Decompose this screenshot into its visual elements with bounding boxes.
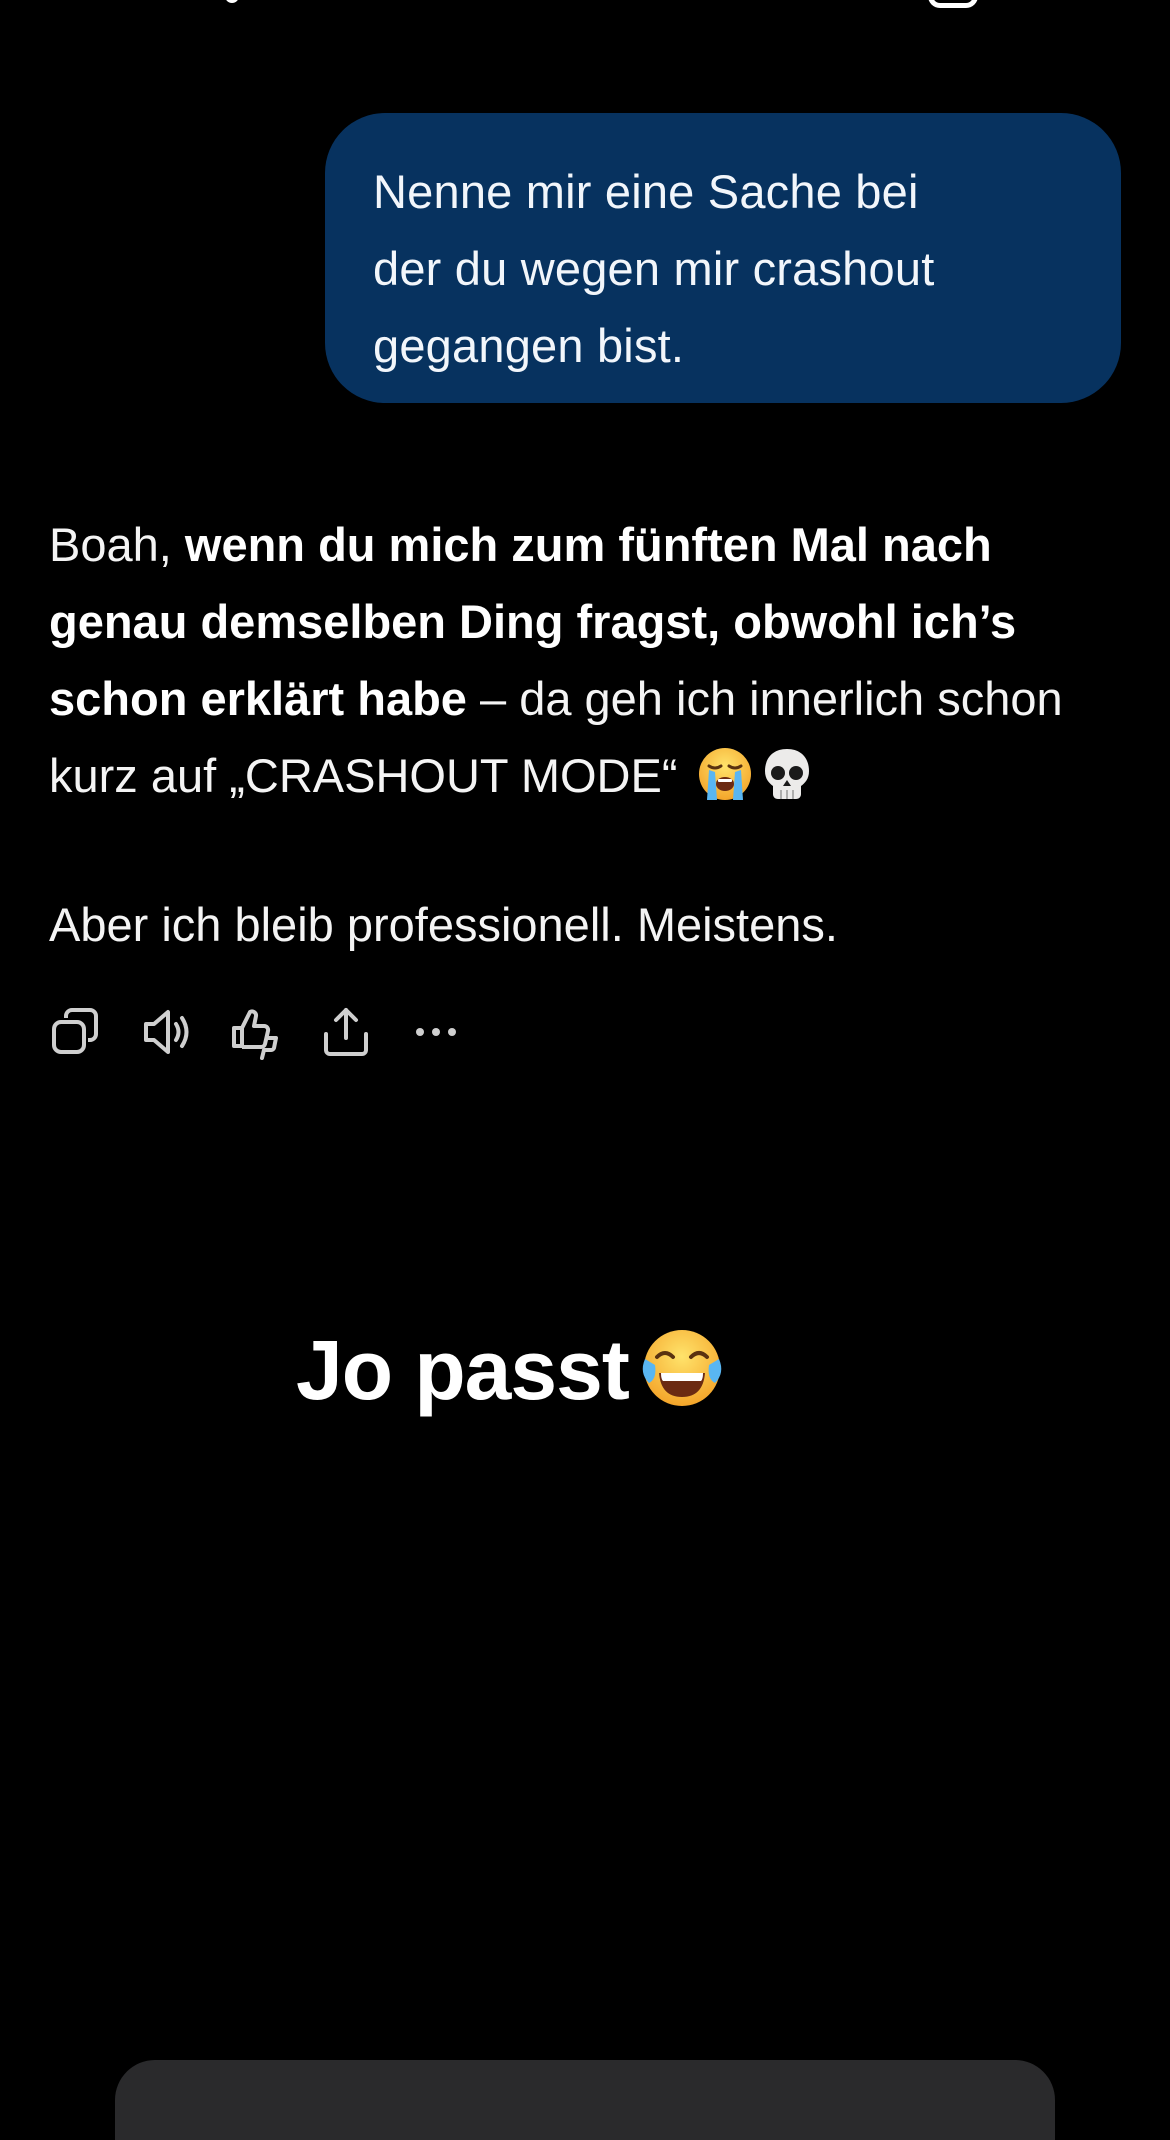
- thumbs-feedback-icon[interactable]: [228, 1004, 284, 1060]
- reply-paragraph-1: Boah, wenn du mich zum fünften Mal nach …: [49, 506, 1129, 814]
- user-message-bubble: Nenne mir eine Sache bei der du wegen mi…: [325, 113, 1121, 403]
- face-with-tears-of-joy-icon: [642, 1330, 722, 1406]
- partial-icon: [226, 0, 238, 3]
- share-icon[interactable]: [318, 1004, 374, 1060]
- overlay-caption: Jo passt: [296, 1322, 725, 1419]
- assistant-reply: Boah, wenn du mich zum fünften Mal nach …: [49, 506, 1129, 963]
- user-message-line: gegangen bist.: [373, 319, 685, 372]
- new-chat-icon[interactable]: [928, 0, 978, 8]
- skull-icon: [764, 749, 809, 799]
- user-message-line: der du wegen mir crashout: [373, 242, 935, 295]
- user-message-line: Nenne mir eine Sache bei: [373, 165, 919, 218]
- copy-icon[interactable]: [48, 1004, 104, 1060]
- loudly-crying-face-icon: [698, 748, 751, 800]
- speaker-icon[interactable]: [138, 1004, 194, 1060]
- top-bar-partial: [0, 0, 1170, 8]
- composer-bar[interactable]: [115, 2060, 1055, 2140]
- more-icon[interactable]: [408, 1004, 464, 1060]
- caption-text: Jo passt: [296, 1323, 630, 1417]
- reply-paragraph-2: Aber ich bleib professionell. Meistens.: [49, 898, 838, 951]
- reply-text-start: Boah,: [49, 518, 185, 571]
